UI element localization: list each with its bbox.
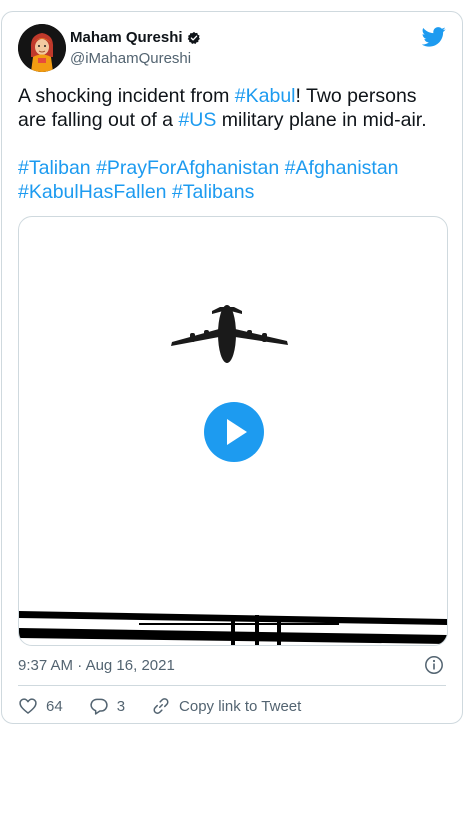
like-button[interactable]: 64 [18, 696, 63, 716]
hashtag-line-2: #KabulHasFallen #Talibans [18, 180, 448, 204]
tweet-line-1: A shocking incident from #Kabul! Two per… [18, 85, 417, 107]
timestamp[interactable]: 9:37 AM · Aug 16, 2021 [18, 657, 175, 674]
author-handle[interactable]: @iMahamQureshi [70, 50, 191, 67]
airplane-image [171, 305, 288, 363]
reply-count: 3 [116, 697, 126, 715]
tweet-text: A shocking incident from #Kabul! Two per… [18, 84, 448, 204]
hashtag-link[interactable]: #Kabul [235, 85, 296, 107]
info-icon[interactable] [424, 655, 444, 675]
hashtag-link[interactable]: #US [178, 109, 216, 131]
action-bar: 64 3 Copy link to Tweet [18, 696, 301, 716]
hashtag-line-1: #Taliban #PrayForAfghanistan #Afghanista… [18, 156, 448, 180]
hashtag-link[interactable]: #KabulHasFallen [18, 181, 167, 203]
hashtag-link[interactable]: #Taliban [18, 157, 91, 179]
copy-link-label: Copy link to Tweet [179, 697, 302, 715]
hashtag-link[interactable]: #PrayForAfghanistan [96, 157, 279, 179]
video-media[interactable] [18, 216, 448, 646]
twitter-bird-icon[interactable] [422, 27, 446, 47]
hashtag-link[interactable]: #Afghanistan [285, 157, 399, 179]
tweet-card[interactable]: Maham Qureshi @iMahamQureshi A shocking … [1, 11, 463, 724]
verified-icon [187, 31, 200, 44]
heart-icon [19, 698, 37, 714]
reply-button[interactable]: 3 [89, 696, 125, 716]
copy-link-button[interactable]: Copy link to Tweet [151, 696, 301, 716]
avatar[interactable] [18, 24, 66, 72]
like-count: 64 [46, 697, 63, 715]
tweet-line-2: are falling out of a #US military plane … [18, 109, 427, 131]
author-name[interactable]: Maham Qureshi [70, 29, 183, 46]
play-icon [227, 419, 247, 445]
divider [18, 685, 446, 686]
hashtag-link[interactable]: #Talibans [172, 181, 254, 203]
reply-icon [90, 698, 108, 715]
link-icon [153, 698, 169, 714]
structure-silhouette [19, 611, 447, 645]
play-button[interactable] [204, 402, 264, 462]
